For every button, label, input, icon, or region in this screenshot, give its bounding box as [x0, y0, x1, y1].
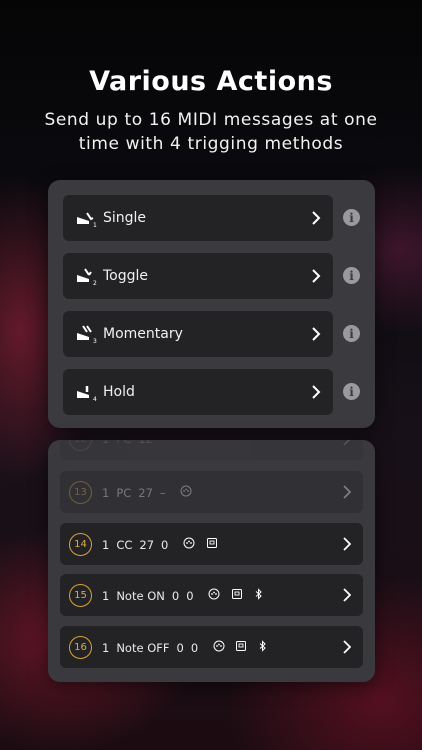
action-label: Hold [103, 384, 135, 400]
message-text: 1 PC 27– [102, 485, 195, 500]
message-number-badge: 12 [69, 440, 92, 451]
message-row-12[interactable]: 12 1PC12 [60, 440, 363, 460]
message-row-16[interactable]: 16 1 Note OFF 0 0 [60, 626, 363, 668]
midi-port-icon [208, 588, 220, 599]
single-press-icon: 1 [77, 212, 97, 229]
svg-text:3: 3 [93, 338, 97, 345]
bluetooth-icon [259, 639, 266, 652]
svg-text:4: 4 [93, 396, 97, 403]
usb-port-icon [236, 640, 247, 651]
message-text: 1PC12 [102, 440, 160, 446]
action-toggle[interactable]: 2 Toggle [63, 253, 333, 299]
message-number-badge: 15 [69, 583, 92, 607]
message-number-badge: 16 [69, 635, 92, 659]
action-label: Single [103, 210, 147, 226]
info-icon[interactable]: i [343, 209, 360, 226]
info-icon[interactable]: i [343, 325, 360, 342]
action-label: Toggle [103, 268, 149, 284]
midi-port-icon [213, 640, 225, 651]
hero-title: Various Actions [89, 66, 333, 97]
chevron-right-icon [343, 440, 351, 446]
info-icon[interactable]: i [343, 383, 360, 400]
chevron-right-icon [312, 211, 321, 225]
chevron-right-icon [312, 269, 321, 283]
chevron-right-icon [343, 537, 351, 551]
message-row-15[interactable]: 15 1 Note ON 0 0 [60, 574, 363, 616]
svg-text:2: 2 [93, 280, 97, 287]
toggle-press-icon: 2 [77, 268, 97, 287]
hero-subtitle: Send up to 16 MIDI messages at one time … [20, 108, 402, 156]
svg-text:1: 1 [93, 222, 97, 229]
message-row-14[interactable]: 14 1 CC 27 0 [60, 523, 363, 565]
trigger-methods-panel: 1 Single i 2 Toggle i 3 Momentary i 4 Ho… [48, 180, 375, 428]
chevron-right-icon [343, 588, 351, 602]
hold-press-icon: 4 [77, 386, 97, 403]
chevron-right-icon [343, 485, 351, 499]
message-number-badge: 14 [69, 532, 92, 556]
usb-port-icon [206, 537, 217, 548]
midi-port-icon [183, 537, 195, 548]
midi-port-icon [180, 485, 192, 496]
action-single[interactable]: 1 Single [63, 195, 333, 241]
momentary-press-icon: 3 [77, 325, 97, 345]
chevron-right-icon [343, 640, 351, 654]
chevron-right-icon [312, 385, 321, 399]
message-text: 1 CC 27 0 [102, 537, 221, 552]
message-number-badge: 13 [69, 480, 92, 504]
message-text: 1 Note OFF 0 0 [102, 639, 271, 655]
action-momentary[interactable]: 3 Momentary [63, 311, 333, 357]
action-label: Momentary [103, 326, 183, 342]
message-row-13[interactable]: 13 1 PC 27– [60, 471, 363, 513]
chevron-right-icon [312, 327, 321, 341]
bluetooth-icon [255, 587, 262, 600]
info-icon[interactable]: i [343, 267, 360, 284]
usb-port-icon [231, 588, 242, 599]
midi-messages-panel: 12 1PC12 13 1PC27– 14 1CC270 15 1Note ON… [48, 440, 375, 682]
hero-subtitle-line-1: Send up to 16 MIDI messages at one [44, 110, 378, 130]
message-text: 1 Note ON 0 0 [102, 587, 267, 603]
hero-subtitle-line-2: time with 4 trigging methods [78, 134, 344, 154]
action-hold[interactable]: 4 Hold [63, 369, 333, 415]
